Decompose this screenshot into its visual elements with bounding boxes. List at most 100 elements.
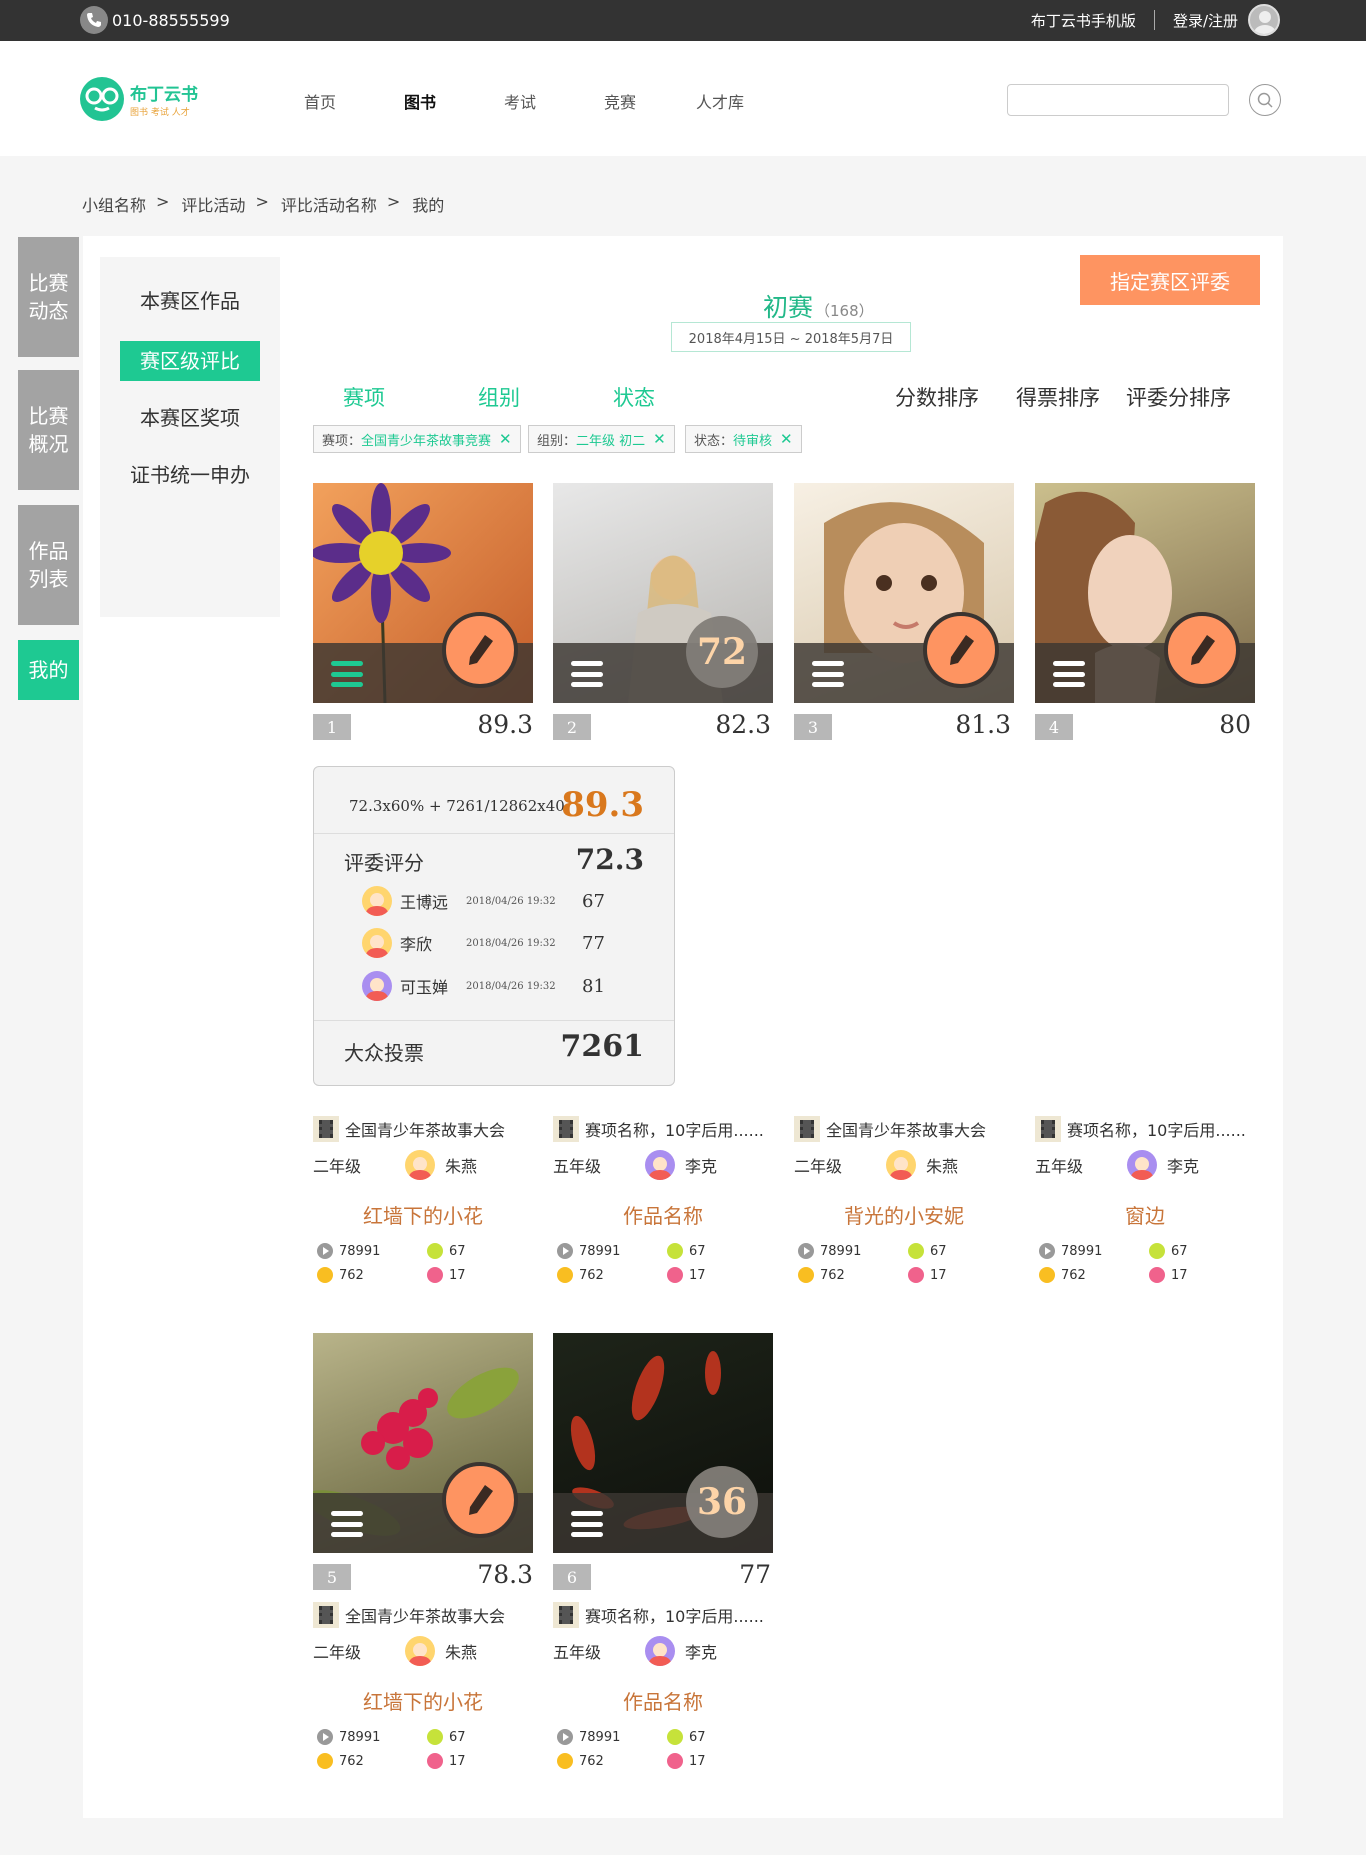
final-score: 89.3 bbox=[561, 785, 644, 825]
side-tab-label: 比赛动态 bbox=[28, 271, 69, 323]
judge-icon bbox=[427, 1267, 443, 1283]
work-title[interactable]: 窗边 bbox=[1035, 1200, 1255, 1229]
top-bar: 010-88555599 布丁云书手机版 登录/注册 bbox=[0, 0, 1366, 41]
sort-votes[interactable]: 得票排序 bbox=[1016, 382, 1100, 412]
menu-icon[interactable] bbox=[812, 661, 844, 687]
menu-icon[interactable] bbox=[1053, 661, 1085, 687]
play-count: 78991 bbox=[579, 1729, 621, 1745]
work-grade: 二年级 bbox=[313, 1157, 362, 1176]
review-icon bbox=[908, 1243, 924, 1259]
pen-icon[interactable] bbox=[923, 612, 999, 688]
pen-icon[interactable] bbox=[442, 612, 518, 688]
nav-talent[interactable]: 人才库 bbox=[670, 89, 770, 113]
filter-status[interactable]: 状态 bbox=[613, 382, 655, 412]
login-register-link[interactable]: 登录/注册 bbox=[1173, 10, 1238, 31]
menu-icon[interactable] bbox=[571, 661, 603, 687]
total-score: 78.3 bbox=[477, 1560, 533, 1589]
assign-judges-button[interactable]: 指定赛区评委 bbox=[1080, 255, 1260, 305]
subnav-region-review[interactable]: 赛区级评比 bbox=[120, 341, 260, 381]
sort-score[interactable]: 分数排序 bbox=[895, 382, 979, 412]
round-title: 初赛 （168） bbox=[763, 288, 874, 324]
side-tab-label: 作品列表 bbox=[28, 539, 69, 591]
breadcrumb-activities[interactable]: 评比活动 bbox=[181, 192, 245, 216]
author-avatar-icon bbox=[405, 1636, 435, 1666]
rank-badge: 4 bbox=[1035, 714, 1073, 740]
close-icon[interactable]: ✕ bbox=[499, 430, 512, 448]
work-grade: 五年级 bbox=[1035, 1157, 1084, 1176]
work-title[interactable]: 作品名称 bbox=[553, 1200, 773, 1229]
round-name: 初赛 bbox=[763, 293, 814, 322]
vote-count: 762 bbox=[1061, 1267, 1086, 1283]
chip-label: 赛项： bbox=[322, 433, 362, 449]
work-author[interactable]: 朱燕 bbox=[445, 1153, 477, 1177]
menu-icon[interactable] bbox=[331, 661, 363, 687]
judge-score: 77 bbox=[582, 932, 605, 954]
review-count: 67 bbox=[689, 1243, 706, 1259]
work-author[interactable]: 李克 bbox=[685, 1153, 717, 1177]
breadcrumb-activity-name[interactable]: 评比活动名称 bbox=[281, 192, 377, 216]
judge-time: 2018/04/26 19:32 bbox=[466, 937, 556, 949]
play-count: 78991 bbox=[1061, 1243, 1103, 1259]
site-logo[interactable]: 布丁云书 图书 考试 人才 bbox=[80, 77, 198, 121]
nav-contests[interactable]: 竞赛 bbox=[570, 89, 670, 113]
work-thumbnail[interactable]: 36 bbox=[553, 1333, 773, 1553]
work-title[interactable]: 作品名称 bbox=[553, 1686, 773, 1715]
nav-books[interactable]: 图书 bbox=[370, 89, 470, 113]
work-contest[interactable]: 全国青少年茶故事大会 bbox=[345, 1117, 505, 1141]
subnav-certificates[interactable]: 证书统一申办 bbox=[100, 459, 280, 488]
judge-score-average: 72.3 bbox=[575, 843, 644, 876]
work-author[interactable]: 李克 bbox=[1167, 1153, 1199, 1177]
side-tab-works[interactable]: 作品列表 bbox=[18, 505, 79, 625]
side-tab-overview[interactable]: 比赛概况 bbox=[18, 370, 79, 490]
work-contest[interactable]: 赛项名称，10字后用...... bbox=[1067, 1117, 1246, 1141]
author-avatar-icon bbox=[645, 1150, 675, 1180]
work-contest[interactable]: 全国青少年茶故事大会 bbox=[345, 1603, 505, 1627]
pen-icon[interactable] bbox=[442, 1462, 518, 1538]
breadcrumb-group[interactable]: 小组名称 bbox=[82, 192, 146, 216]
user-avatar-icon[interactable] bbox=[1248, 4, 1280, 36]
search-input[interactable] bbox=[1007, 84, 1229, 116]
rank-badge: 5 bbox=[313, 1564, 351, 1590]
side-tab-mine[interactable]: 我的 bbox=[18, 640, 79, 700]
nav-exams[interactable]: 考试 bbox=[470, 89, 570, 113]
close-icon[interactable]: ✕ bbox=[653, 430, 666, 448]
work-thumbnail[interactable]: 72 bbox=[553, 483, 773, 703]
work-title[interactable]: 背光的小安妮 bbox=[794, 1200, 1014, 1229]
subnav-region-works[interactable]: 本赛区作品 bbox=[100, 285, 280, 314]
work-author[interactable]: 朱燕 bbox=[926, 1153, 958, 1177]
pen-icon[interactable] bbox=[1164, 612, 1240, 688]
work-author[interactable]: 李克 bbox=[685, 1639, 717, 1663]
mobile-version-link[interactable]: 布丁云书手机版 bbox=[1031, 10, 1136, 31]
author-avatar-icon bbox=[645, 1636, 675, 1666]
play-count: 78991 bbox=[820, 1243, 862, 1259]
filter-group[interactable]: 组别 bbox=[478, 382, 520, 412]
work-thumbnail[interactable] bbox=[1035, 483, 1255, 703]
site-header: 布丁云书 图书 考试 人才 首页 图书 考试 竞赛 人才库 bbox=[0, 41, 1366, 156]
work-contest[interactable]: 赛项名称，10字后用...... bbox=[585, 1117, 764, 1141]
work-thumbnail[interactable] bbox=[313, 483, 533, 703]
judge-name: 可玉婵 bbox=[400, 978, 449, 997]
filter-contest[interactable]: 赛项 bbox=[343, 382, 385, 412]
work-contest[interactable]: 赛项名称，10字后用...... bbox=[585, 1603, 764, 1627]
search-icon[interactable] bbox=[1249, 84, 1281, 116]
work-thumbnail[interactable] bbox=[794, 483, 1014, 703]
judge-name: 李欣 bbox=[400, 935, 433, 954]
menu-icon[interactable] bbox=[571, 1511, 603, 1537]
sort-judge-score[interactable]: 评委分排序 bbox=[1126, 382, 1231, 412]
work-author[interactable]: 朱燕 bbox=[445, 1639, 477, 1663]
nav-home[interactable]: 首页 bbox=[270, 89, 370, 113]
author-avatar-icon bbox=[1127, 1150, 1157, 1180]
work-contest[interactable]: 全国青少年茶故事大会 bbox=[826, 1117, 986, 1141]
work-title[interactable]: 红墙下的小花 bbox=[313, 1686, 533, 1715]
rank-badge: 6 bbox=[553, 1564, 591, 1590]
work-thumbnail[interactable] bbox=[313, 1333, 533, 1553]
subnav-region-awards[interactable]: 本赛区奖项 bbox=[100, 402, 280, 431]
close-icon[interactable]: ✕ bbox=[780, 430, 793, 448]
logo-name: 布丁云书 bbox=[130, 85, 198, 105]
side-tab-news[interactable]: 比赛动态 bbox=[18, 237, 79, 357]
work-title[interactable]: 红墙下的小花 bbox=[313, 1200, 533, 1229]
judge-score: 81 bbox=[582, 975, 605, 997]
menu-icon[interactable] bbox=[331, 1511, 363, 1537]
vote-icon bbox=[557, 1753, 573, 1769]
chip-label: 组别： bbox=[537, 433, 577, 449]
